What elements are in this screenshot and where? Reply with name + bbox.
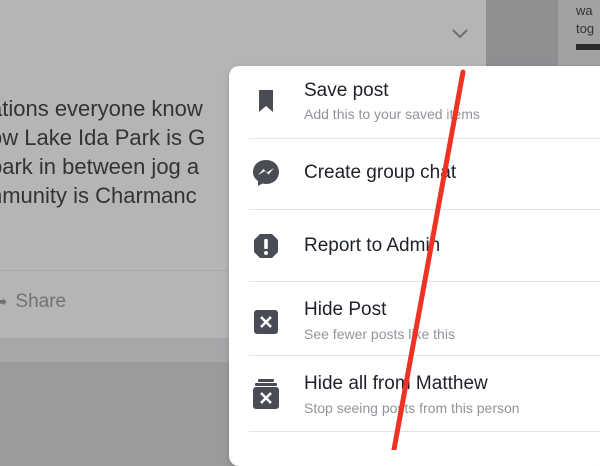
menu-item-hide-all-from-matthew[interactable]: Hide all from Matthew Stop seeing posts … [229,357,600,429]
menu-separator [249,138,600,139]
menu-item-label: Create group chat [304,162,457,183]
post-text: ations everyone know ow Lake Ida Park is… [0,94,260,210]
post-options-menu: Save post Add this to your saved items C… [229,66,600,466]
hide-icon [249,305,283,339]
menu-item-sub: See fewer posts like this [304,326,455,342]
post-text-line: park in between jog a [0,154,200,179]
menu-item-label: Save post [304,80,389,101]
post-text-line: ations everyone know [0,96,203,121]
share-icon: ➦ [0,294,8,311]
share-label: Share [15,291,67,312]
preview-text-line: tog [576,21,595,36]
preview-text: wa tog [576,2,600,38]
preview-bar [576,44,600,50]
menu-separator [249,209,600,210]
menu-item-label: Hide all from Matthew [304,373,488,394]
menu-item-save-post[interactable]: Save post Add this to your saved items [229,74,600,134]
post-divider [0,270,230,271]
post-text-line: ow Lake Ida Park is G [0,125,206,150]
messenger-icon [249,156,283,190]
menu-item-hide-post[interactable]: Hide Post See fewer posts like this [229,283,600,353]
menu-item-sub: Add this to your saved items [304,106,480,122]
alert-icon [249,229,283,263]
menu-item-label: Hide Post [304,299,387,320]
chevron-down-icon-svg [452,29,468,39]
preview-text-line: wa [576,3,593,18]
hide-all-icon [249,377,283,411]
chevron-down-icon[interactable] [448,24,472,44]
share-button[interactable]: ➦ Share [0,288,66,316]
menu-item-sub: Stop seeing posts from this person [304,400,520,416]
menu-separator [249,431,600,432]
menu-separator [249,281,600,282]
menu-item-label: Report to Admin [304,235,441,256]
post-text-line: nmunity is Charmanc [0,183,197,208]
preview-thumbnail [486,0,558,68]
menu-separator [249,355,600,356]
menu-item-report-to-admin[interactable]: Report to Admin [229,211,600,279]
menu-item-create-group-chat[interactable]: Create group chat [229,140,600,208]
bookmark-icon [249,84,283,118]
